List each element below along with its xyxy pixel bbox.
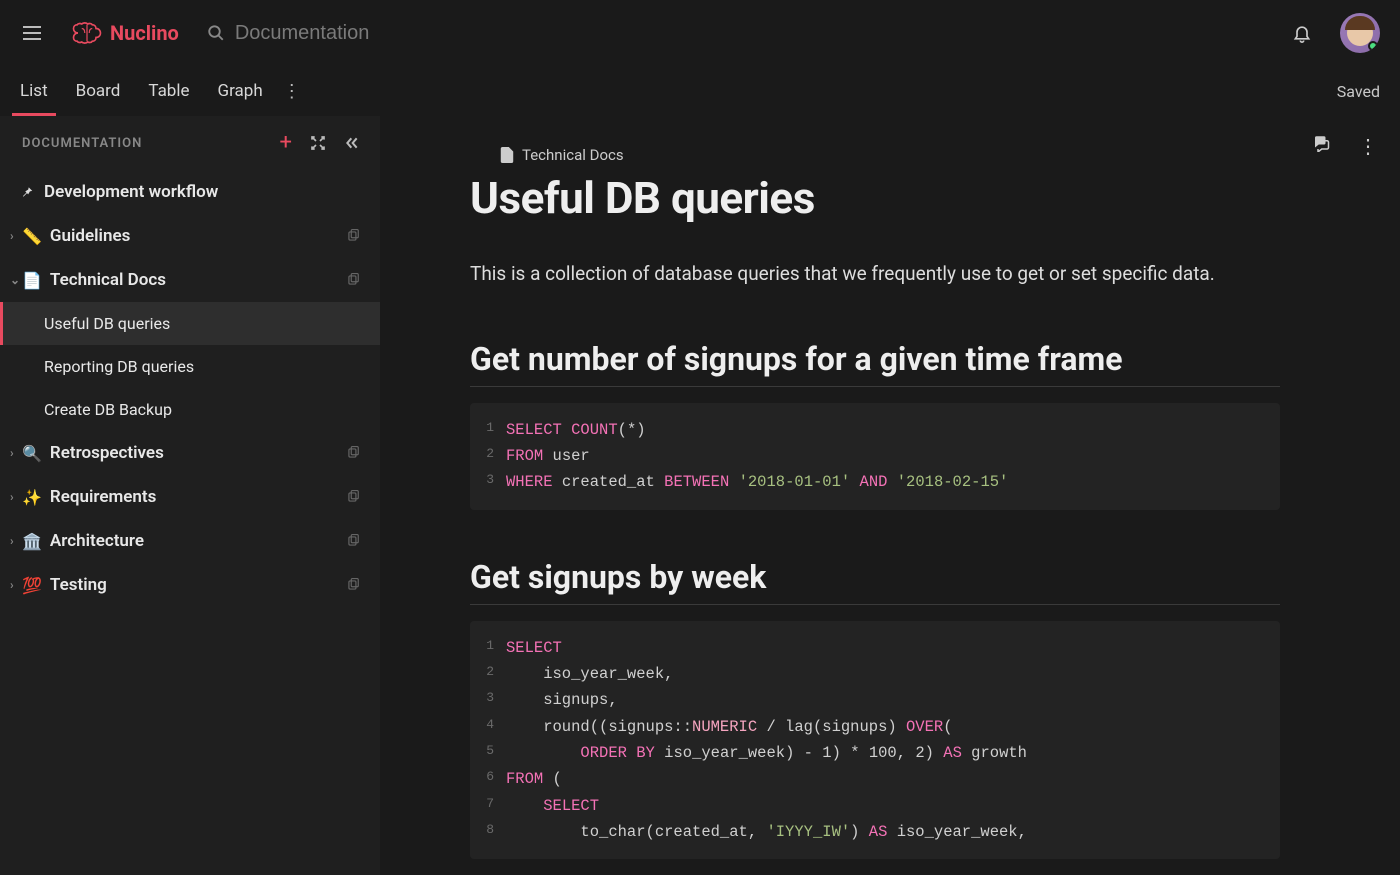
avatar[interactable] <box>1340 13 1380 53</box>
line-number: 4 <box>470 714 506 740</box>
pinned-item[interactable]: Development workflow <box>0 170 380 214</box>
line-number: 2 <box>470 443 506 469</box>
duplicate-icon[interactable] <box>346 229 360 243</box>
chevron-right-icon[interactable]: › <box>10 229 20 243</box>
tree-item-label: Useful DB queries <box>44 314 360 333</box>
add-page-button[interactable]: + <box>280 132 292 154</box>
comments-icon[interactable] <box>1312 134 1330 152</box>
code-text: WHERE created_at BETWEEN '2018-01-01' AN… <box>506 469 1008 495</box>
item-emoji: ✨ <box>22 488 42 507</box>
sidebar-item-requirements[interactable]: ›✨ Requirements <box>0 475 380 519</box>
code-block[interactable]: 1SELECT2 iso_year_week,3 signups,4 round… <box>470 621 1280 860</box>
item-emoji: 📏 <box>22 227 42 246</box>
duplicate-icon[interactable] <box>346 446 360 460</box>
tree-item-label: Development workflow <box>44 182 360 202</box>
item-emoji: 💯 <box>22 576 42 595</box>
code-text: ORDER BY iso_year_week) - 1) * 100, 2) A… <box>506 740 1027 766</box>
section-heading[interactable]: Get number of signups for a given time f… <box>470 340 1280 387</box>
line-number: 1 <box>470 417 506 443</box>
sidebar-item-useful-db-queries[interactable]: Useful DB queries <box>0 302 380 345</box>
pin-icon <box>20 185 34 199</box>
code-block[interactable]: 1SELECT COUNT(*)2FROM user3WHERE created… <box>470 403 1280 510</box>
line-number: 5 <box>470 740 506 766</box>
sidebar-item-architecture[interactable]: ›🏛️ Architecture <box>0 519 380 563</box>
notifications-icon[interactable] <box>1292 23 1312 43</box>
code-text: SELECT COUNT(*) <box>506 417 646 443</box>
intro-paragraph[interactable]: This is a collection of database queries… <box>470 260 1280 288</box>
line-number: 7 <box>470 793 506 819</box>
brain-icon <box>72 22 102 44</box>
sidebar-item-reporting-db-queries[interactable]: Reporting DB queries <box>0 345 380 388</box>
tab-board[interactable]: Board <box>76 66 121 116</box>
document-icon <box>500 147 514 163</box>
duplicate-icon[interactable] <box>346 490 360 504</box>
code-text: FROM user <box>506 443 590 469</box>
chevron-down-icon[interactable]: ⌄ <box>10 273 20 287</box>
sidebar-item-technical-docs[interactable]: ⌄📄 Technical Docs <box>0 258 380 302</box>
chevron-right-icon[interactable]: › <box>10 578 20 592</box>
menu-toggle[interactable] <box>20 21 44 45</box>
sidebar-item-retrospectives[interactable]: ›🔍 Retrospectives <box>0 431 380 475</box>
sidebar-item-testing[interactable]: ›💯 Testing <box>0 563 380 607</box>
save-status: Saved <box>1337 82 1380 101</box>
tree-item-label: Technical Docs <box>50 270 346 290</box>
tree-item-label: Reporting DB queries <box>44 357 360 376</box>
presence-status-dot <box>1368 41 1378 51</box>
tree-item-label: Testing <box>50 575 346 595</box>
tab-list[interactable]: List <box>20 66 48 116</box>
document-more-button[interactable]: ⋮ <box>1358 134 1376 152</box>
sidebar-item-guidelines[interactable]: ›📏 Guidelines <box>0 214 380 258</box>
sidebar-item-create-db-backup[interactable]: Create DB Backup <box>0 388 380 431</box>
code-text: to_char(created_at, 'IYYY_IW') AS iso_ye… <box>506 819 1027 845</box>
tree-item-label: Architecture <box>50 531 346 551</box>
tab-graph[interactable]: Graph <box>218 66 263 116</box>
code-text: FROM ( <box>506 766 562 792</box>
tree-item-label: Retrospectives <box>50 443 346 463</box>
search-icon <box>207 24 225 42</box>
tabs-more-button[interactable]: ⋮ <box>283 81 301 102</box>
logo[interactable]: Nuclino <box>72 21 179 45</box>
duplicate-icon[interactable] <box>346 578 360 592</box>
line-number: 2 <box>470 661 506 687</box>
tree-item-label: Guidelines <box>50 226 346 246</box>
item-emoji: 📄 <box>22 271 42 290</box>
line-number: 1 <box>470 635 506 661</box>
logo-text: Nuclino <box>110 21 179 45</box>
page-title[interactable]: Useful DB queries <box>470 172 1280 224</box>
tree-item-label: Requirements <box>50 487 346 507</box>
line-number: 8 <box>470 819 506 845</box>
search-bar[interactable] <box>207 22 1292 45</box>
search-input[interactable] <box>235 22 500 45</box>
line-number: 3 <box>470 469 506 495</box>
expand-icon[interactable] <box>310 135 326 151</box>
breadcrumb-label: Technical Docs <box>522 146 624 164</box>
item-emoji: 🏛️ <box>22 532 42 551</box>
tree-item-label: Create DB Backup <box>44 400 360 419</box>
code-text: SELECT <box>506 635 562 661</box>
code-text: SELECT <box>506 793 599 819</box>
line-number: 3 <box>470 687 506 713</box>
code-text: signups, <box>506 687 618 713</box>
sidebar-title: DOCUMENTATION <box>22 136 280 151</box>
chevron-right-icon[interactable]: › <box>10 490 20 504</box>
duplicate-icon[interactable] <box>346 273 360 287</box>
breadcrumb[interactable]: Technical Docs <box>500 146 1280 164</box>
code-text: round((signups::NUMERIC / lag(signups) O… <box>506 714 953 740</box>
line-number: 6 <box>470 766 506 792</box>
collapse-sidebar-icon[interactable] <box>344 135 360 151</box>
duplicate-icon[interactable] <box>346 534 360 548</box>
tab-table[interactable]: Table <box>148 66 189 116</box>
chevron-right-icon[interactable]: › <box>10 446 20 460</box>
chevron-right-icon[interactable]: › <box>10 534 20 548</box>
section-heading[interactable]: Get signups by week <box>470 558 1280 605</box>
item-emoji: 🔍 <box>22 444 42 463</box>
code-text: iso_year_week, <box>506 661 673 687</box>
